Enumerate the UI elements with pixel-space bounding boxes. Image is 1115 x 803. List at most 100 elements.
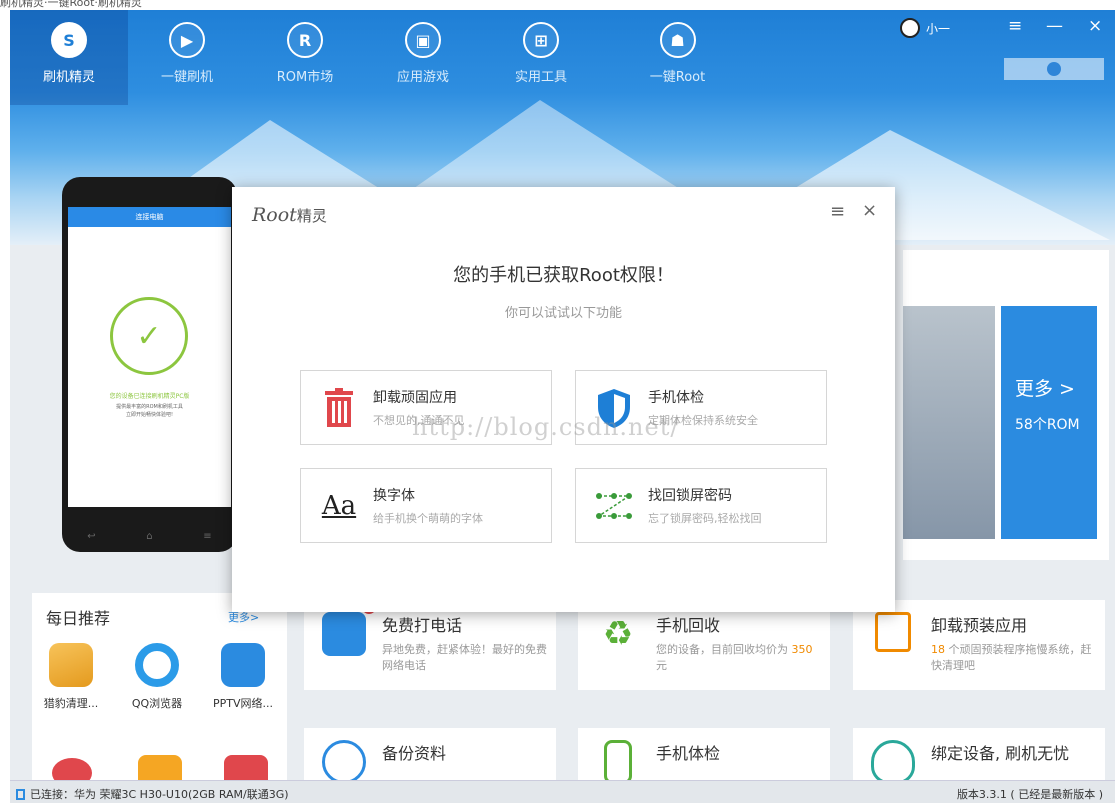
- daily-title: 每日推荐: [46, 609, 111, 628]
- shield-check-icon: [871, 740, 915, 784]
- preinstalled-count: 18: [931, 643, 945, 656]
- dialog-close-icon[interactable]: ×: [862, 200, 877, 221]
- window-caption: 刷机精灵·一键Root·刷机精灵: [0, 0, 142, 9]
- connection-status: 已连接：华为 荣耀3C H30-U10(2GB RAM/联通3G): [16, 786, 289, 802]
- tools-icon: ⊞: [523, 22, 559, 58]
- phone-subtext: 提供最丰富的ROM和刷机工具 立即开始畅快体验吧!: [68, 403, 231, 419]
- card-desc-text: 个顽固预装程序拖慢系统，赶快清理吧: [931, 643, 1092, 672]
- menu-icon[interactable]: ≡: [1008, 16, 1022, 36]
- app-item[interactable]: QQ浏览器: [122, 643, 192, 711]
- nav-one-click-root[interactable]: ☗ 一键Root: [600, 10, 755, 105]
- phone-screen: 连接电脑 ✓ 您的设备已连接刷机精灵PC版 提供最丰富的ROM和刷机工具 立即开…: [68, 207, 231, 507]
- card-phone-recycle[interactable]: ♻ 手机回收 您的设备，目前回收均价为 350 元: [578, 600, 830, 690]
- card-free-call[interactable]: 免费打电话 异地免费，赶紧体验！最好的免费网络电话: [304, 600, 556, 690]
- app-label: 猎豹清理...: [43, 697, 99, 710]
- card-title: 手机回收: [656, 616, 721, 635]
- nav-label: 应用游戏: [396, 70, 449, 85]
- download-button[interactable]: [1004, 58, 1104, 80]
- dialog-subtitle: 你可以试试以下功能: [504, 306, 622, 321]
- daily-recommend-panel: 每日推荐 更多> 猎豹清理... QQ浏览器 PPTV网络...: [32, 593, 287, 803]
- app-item[interactable]: 猎豹清理...: [36, 643, 106, 711]
- card-title: 免费打电话: [382, 616, 463, 635]
- pattern-lock-icon: [594, 484, 634, 528]
- rom-card: 更多 > 58个ROM: [903, 250, 1109, 560]
- nav-label: 一键Root: [649, 70, 706, 85]
- card-title: 手机体检: [656, 744, 721, 763]
- card-desc: 您的设备，目前回收均价为 350 元: [656, 642, 821, 674]
- rom-more-tile[interactable]: 更多 > 58个ROM: [1001, 306, 1097, 539]
- phone-call-icon: [322, 612, 366, 656]
- phone-subtext-2: 立即开始畅快体验吧!: [125, 412, 173, 418]
- font-icon: Aa: [321, 490, 357, 521]
- card-desc: 18 个顽固预装程序拖慢系统，赶快清理吧: [931, 642, 1096, 674]
- dialog-title: 您的手机已获取Root权限！: [453, 265, 674, 286]
- logo-script: Root: [252, 204, 297, 226]
- root-wizard-logo: Root精灵: [252, 204, 327, 226]
- nav-label: 刷机精灵: [42, 70, 95, 85]
- play-icon: ▶: [169, 22, 205, 58]
- user-name: 小一: [926, 21, 951, 36]
- pptv-icon: [221, 643, 265, 687]
- feature-change-font[interactable]: Aa 换字体 给手机换个萌萌的字体: [300, 468, 552, 543]
- rom-preview-image: [903, 306, 995, 539]
- phone-preview: 连接电脑 ✓ 您的设备已连接刷机精灵PC版 提供最丰富的ROM和刷机工具 立即开…: [62, 177, 237, 552]
- nav-label: 一键刷机: [160, 70, 213, 85]
- feature-desc: 忘了锁屏密码,轻松找回: [648, 512, 762, 525]
- dialog-menu-icon[interactable]: ≡: [830, 201, 845, 222]
- close-icon[interactable]: ×: [1088, 16, 1102, 36]
- app-game-icon: ▣: [405, 22, 441, 58]
- nav-flash-wizard[interactable]: S 刷机精灵: [10, 10, 128, 105]
- card-title: 卸载预装应用: [931, 616, 1028, 635]
- recycle-price: 350: [791, 643, 813, 656]
- card-desc-text: 元: [656, 659, 667, 672]
- avatar: [900, 18, 920, 38]
- main-nav: S 刷机精灵 ▶ 一键刷机 R ROM市场 ▣ 应用游戏 ⊞ 实用工具 ☗ 一键…: [10, 10, 755, 105]
- card-desc-text: 您的设备，目前回收均价为: [656, 643, 792, 656]
- minimize-icon[interactable]: —: [1046, 16, 1063, 36]
- feature-title: 手机体检: [648, 390, 704, 406]
- broom-icon: [49, 643, 93, 687]
- phone-subtext-1: 提供最丰富的ROM和刷机工具: [116, 404, 183, 410]
- feature-title: 换字体: [373, 488, 415, 504]
- home-icon: ⌂: [146, 531, 153, 542]
- trash-icon: [875, 612, 911, 652]
- backup-icon: [322, 740, 366, 784]
- feature-title: 卸载顽固应用: [373, 390, 457, 406]
- nav-apps-games[interactable]: ▣ 应用游戏: [364, 10, 482, 105]
- nav-one-click-flash[interactable]: ▶ 一键刷机: [128, 10, 246, 105]
- status-bar: 已连接：华为 荣耀3C H30-U10(2GB RAM/联通3G) 版本3.3.…: [10, 780, 1115, 803]
- menu-key-icon: ≡: [203, 531, 212, 542]
- nav-tools[interactable]: ⊞ 实用工具: [482, 10, 600, 105]
- rom-more-link: 更多 >: [1015, 378, 1075, 400]
- phone-icon: [604, 740, 632, 784]
- card-title: 绑定设备, 刷机无忧: [931, 744, 1070, 763]
- recycle-icon: ♻: [596, 612, 640, 656]
- feature-title: 找回锁屏密码: [648, 488, 732, 504]
- phone-keys: ↩ ⌂ ≡: [62, 531, 237, 542]
- feature-desc: 给手机换个萌萌的字体: [373, 512, 483, 525]
- connection-text: 已连接：华为 荣耀3C H30-U10(2GB RAM/联通3G): [30, 788, 289, 801]
- android-icon: ☗: [659, 22, 696, 58]
- phone-status-icon: [16, 788, 25, 800]
- shield-icon: S: [51, 22, 87, 58]
- rom-count: 58个ROM: [1015, 417, 1080, 433]
- app-label: PPTV网络...: [212, 697, 273, 710]
- download-icon: [1047, 62, 1061, 76]
- feature-recover-lock-password[interactable]: 找回锁屏密码 忘了锁屏密码,轻松找回: [575, 468, 827, 543]
- rom-icon: R: [287, 22, 323, 58]
- card-desc: 异地免费，赶紧体验！最好的免费网络电话: [382, 643, 547, 672]
- card-uninstall-preinstalled[interactable]: 卸载预装应用 18 个顽固预装程序拖慢系统，赶快清理吧: [853, 600, 1105, 690]
- app-item[interactable]: PPTV网络...: [208, 643, 278, 711]
- user-menu[interactable]: 小一: [900, 18, 950, 38]
- phone-title: 连接电脑: [68, 207, 231, 227]
- check-icon: ✓: [110, 297, 188, 375]
- logo-text: 精灵: [296, 207, 327, 225]
- back-icon: ↩: [87, 531, 96, 542]
- nav-label: ROM市场: [276, 70, 334, 85]
- version-text: 版本3.3.1 ( 已经是最新版本 ): [956, 788, 1103, 801]
- trash-icon: [319, 386, 359, 430]
- nav-rom-market[interactable]: R ROM市场: [246, 10, 364, 105]
- root-success-dialog: Root精灵 ≡ × 您的手机已获取Root权限！ 你可以试试以下功能 卸载顽固…: [232, 187, 895, 612]
- app-label: QQ浏览器: [131, 697, 183, 710]
- card-title: 备份资料: [382, 744, 447, 763]
